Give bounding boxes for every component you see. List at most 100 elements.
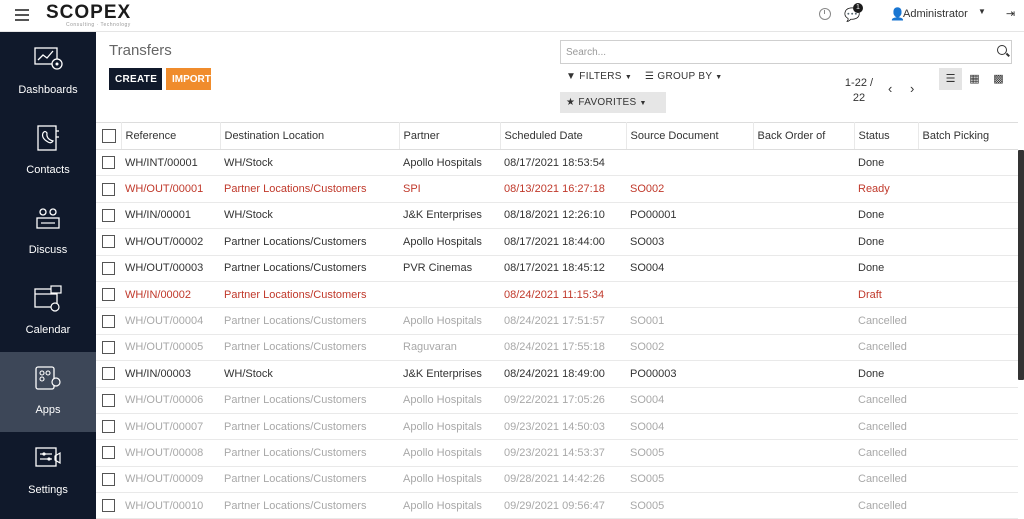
back-order-cell — [753, 281, 854, 309]
table-scrollbar[interactable] — [1018, 150, 1024, 380]
column-header-back-order[interactable]: Back Order of — [753, 122, 855, 150]
row-checkbox[interactable] — [96, 149, 121, 177]
partner-cell: Raguvaran — [399, 334, 500, 362]
brand-logo[interactable]: SCOPEX — [46, 2, 131, 24]
sidebar-item-label: Contacts — [26, 164, 70, 176]
back-order-cell — [753, 439, 854, 467]
sidebar-item-apps[interactable]: Apps — [0, 352, 96, 432]
scheduled-date-cell: 09/22/2021 17:05:26 — [500, 387, 626, 414]
table-row[interactable]: WH/OUT/00009 Partner Locations/Customers A… — [96, 466, 1018, 494]
row-checkbox[interactable] — [96, 413, 121, 441]
logout-icon[interactable]: ⇥ — [1006, 7, 1015, 20]
table-row[interactable]: WH/INT/00001 WH/Stock Apollo Hospitals 08/1… — [96, 149, 1018, 177]
table-row[interactable]: WH/OUT/00008 Partner Locations/Customers A… — [96, 439, 1018, 467]
filter-icon: ▼ — [566, 71, 577, 82]
pager[interactable]: 1-22 / 22 — [844, 76, 874, 106]
chevron-left-icon[interactable]: ‹ — [888, 81, 892, 96]
back-order-cell — [753, 307, 854, 335]
create-button[interactable]: CREATE — [109, 68, 162, 90]
row-checkbox[interactable] — [96, 255, 121, 282]
batch-picking-cell — [918, 387, 1018, 414]
column-header-status[interactable]: Status — [854, 122, 919, 150]
favorites-button[interactable]: ★ FAVORITES ▼ — [560, 92, 666, 113]
destination-cell: Partner Locations/Customers — [220, 307, 399, 335]
scheduled-date-cell: 08/17/2021 18:53:54 — [500, 149, 626, 177]
sidebar-item-dashboards[interactable]: Dashboards — [0, 32, 96, 112]
chevron-right-icon[interactable]: › — [910, 81, 914, 96]
kanban-view-icon[interactable]: ▦ — [963, 68, 986, 90]
column-header-batch-picking[interactable]: Batch Picking — [918, 122, 1018, 150]
table-row[interactable]: WH/OUT/00002 Partner Locations/Customers A… — [96, 228, 1018, 256]
hamburger-menu-icon[interactable] — [15, 9, 29, 21]
calendar-icon — [34, 285, 62, 312]
table-row[interactable]: WH/OUT/00010 Partner Locations/Customers A… — [96, 492, 1018, 519]
groupby-button[interactable]: ☰ GROUP BY ▼ — [645, 71, 723, 82]
table-row[interactable]: WH/OUT/00007 Partner Locations/Customers A… — [96, 413, 1018, 441]
user-menu[interactable]: Administrator — [903, 8, 968, 20]
table-row[interactable]: WH/IN/00003 WH/Stock J&K Enterprises 08/24/… — [96, 360, 1018, 388]
reference-cell: WH/OUT/00008 — [121, 439, 220, 467]
table-row[interactable]: WH/OUT/00006 Partner Locations/Customers A… — [96, 387, 1018, 414]
table-row[interactable]: WH/IN/00001 WH/Stock J&K Enterprises 08/18/… — [96, 202, 1018, 230]
batch-picking-cell — [918, 413, 1018, 441]
row-checkbox[interactable] — [96, 281, 121, 309]
select-all-checkbox[interactable] — [96, 122, 122, 150]
sidebar-item-discuss[interactable]: Discuss — [0, 192, 96, 272]
search-icon[interactable] — [997, 45, 1007, 55]
chevron-down-icon[interactable]: ▼ — [978, 7, 986, 16]
star-icon: ★ — [566, 97, 576, 108]
row-checkbox[interactable] — [96, 492, 121, 519]
list-view-icon[interactable]: ☰ — [939, 68, 962, 90]
row-checkbox[interactable] — [96, 466, 121, 494]
row-checkbox[interactable] — [96, 175, 121, 203]
row-checkbox[interactable] — [96, 360, 121, 388]
sidebar-item-contacts[interactable]: Contacts — [0, 112, 96, 192]
import-button[interactable]: IMPORT — [166, 68, 211, 90]
sidebar-item-settings[interactable]: Settings — [0, 432, 96, 512]
sidebar-item-label: Settings — [28, 484, 68, 496]
reference-cell: WH/OUT/00004 — [121, 307, 220, 335]
sidebar-item-calendar[interactable]: Calendar — [0, 272, 96, 352]
source-document-cell: SO004 — [626, 413, 753, 441]
row-checkbox[interactable] — [96, 228, 121, 256]
back-order-cell — [753, 228, 854, 256]
batch-picking-cell — [918, 255, 1018, 282]
table-row[interactable]: WH/IN/00002 Partner Locations/Customers 08… — [96, 281, 1018, 309]
search-input[interactable] — [564, 43, 988, 61]
column-header-partner[interactable]: Partner — [399, 122, 501, 150]
table-row[interactable]: WH/OUT/00001 Partner Locations/Customers S… — [96, 175, 1018, 203]
activity-clock-icon[interactable] — [819, 8, 831, 20]
partner-cell: Apollo Hospitals — [399, 466, 500, 494]
table-row[interactable]: WH/OUT/00003 Partner Locations/Customers P… — [96, 255, 1018, 282]
column-header-reference[interactable]: Reference — [121, 122, 221, 150]
partner-cell: Apollo Hospitals — [399, 492, 500, 519]
page-title: Transfers — [109, 42, 172, 59]
reference-cell: WH/OUT/00006 — [121, 387, 220, 414]
reference-cell: WH/OUT/00001 — [121, 175, 220, 203]
filters-button[interactable]: ▼ FILTERS ▼ — [566, 71, 632, 82]
calendar-view-icon[interactable]: ▩ — [987, 68, 1010, 90]
status-cell: Cancelled — [854, 307, 918, 335]
source-document-cell: SO005 — [626, 466, 753, 494]
column-header-source-document[interactable]: Source Document — [626, 122, 754, 150]
row-checkbox[interactable] — [96, 202, 121, 230]
scheduled-date-cell: 08/13/2021 16:27:18 — [500, 175, 626, 203]
row-checkbox[interactable] — [96, 387, 121, 414]
back-order-cell — [753, 202, 854, 230]
dashboard-icon — [34, 47, 63, 70]
table-row[interactable]: WH/OUT/00005 Partner Locations/Customers R… — [96, 334, 1018, 362]
table-row[interactable]: WH/OUT/00004 Partner Locations/Customers A… — [96, 307, 1018, 335]
status-cell: Done — [854, 360, 918, 388]
row-checkbox[interactable] — [96, 439, 121, 467]
row-checkbox[interactable] — [96, 307, 121, 335]
back-order-cell — [753, 387, 854, 414]
partner-cell: Apollo Hospitals — [399, 439, 500, 467]
reference-cell: WH/INT/00001 — [121, 149, 220, 177]
reference-cell: WH/OUT/00007 — [121, 413, 220, 441]
batch-picking-cell — [918, 175, 1018, 203]
column-header-destination[interactable]: Destination Location — [220, 122, 400, 150]
destination-cell: Partner Locations/Customers — [220, 492, 399, 519]
column-header-scheduled-date[interactable]: Scheduled Date — [500, 122, 627, 150]
source-document-cell: SO004 — [626, 255, 753, 282]
row-checkbox[interactable] — [96, 334, 121, 362]
